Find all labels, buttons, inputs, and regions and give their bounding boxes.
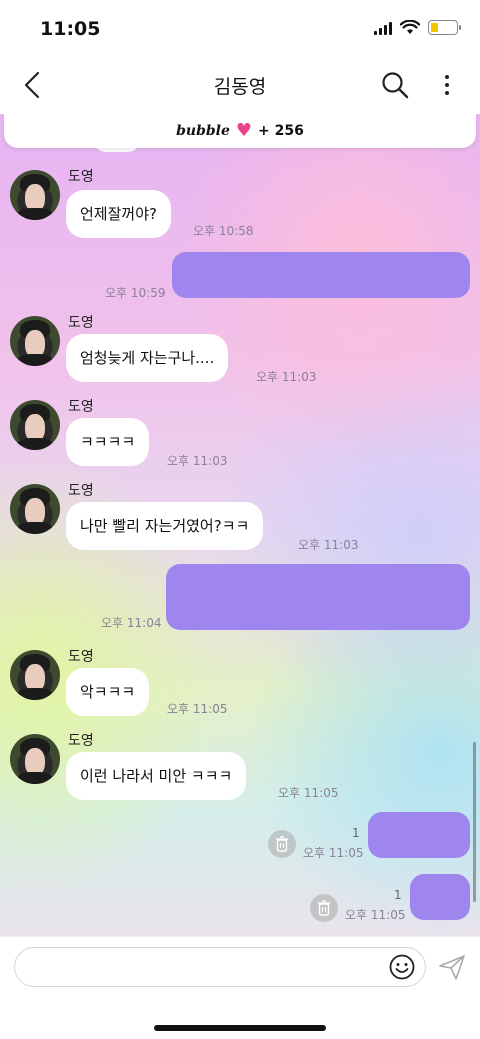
- incoming-message-bubble[interactable]: 엄청늦게 자는구나....: [66, 334, 229, 382]
- outgoing-message-bubble[interactable]: [166, 564, 470, 630]
- message-time: 오후 11:05: [167, 702, 228, 716]
- input-area: [0, 936, 480, 1039]
- message-time: 오후 11:04: [101, 616, 162, 630]
- bubble-count: + 256: [258, 123, 304, 139]
- message-time: 오후 11:05: [303, 846, 364, 860]
- bubble-banner[interactable]: bubble ♥ + 256: [4, 114, 476, 148]
- sender-name: 도영: [68, 315, 94, 331]
- unread-count: 1: [352, 826, 360, 840]
- incoming-message-bubble[interactable]: 악ㅋㅋㅋ: [66, 668, 150, 716]
- outgoing-message-bubble[interactable]: [172, 252, 470, 298]
- avatar[interactable]: [10, 484, 60, 534]
- chat-area[interactable]: bubble ♥ + 256 도영 언제잘꺼야? 오후 10:58 오후 10:…: [0, 114, 480, 936]
- heart-icon: ♥: [235, 120, 253, 141]
- avatar[interactable]: [10, 650, 60, 700]
- unread-count: 1: [394, 888, 402, 902]
- sender-name: 도영: [68, 169, 94, 185]
- message-time: 오후 10:58: [193, 224, 254, 238]
- avatar[interactable]: [10, 316, 60, 366]
- emoji-icon[interactable]: [389, 954, 415, 980]
- more-vertical-icon[interactable]: [442, 70, 452, 100]
- message-time: 오후 11:05: [345, 908, 406, 922]
- trash-icon: [318, 900, 330, 916]
- send-icon[interactable]: [438, 953, 466, 981]
- outgoing-message-bubble[interactable]: [410, 874, 470, 920]
- message-time: 오후 11:05: [278, 786, 339, 800]
- avatar[interactable]: [10, 170, 60, 220]
- chat-header: 김동영: [0, 56, 480, 114]
- sender-name: 도영: [68, 733, 94, 749]
- message-time: 오후 10:59: [105, 286, 166, 300]
- message-time: 오후 11:03: [167, 454, 228, 468]
- search-icon[interactable]: [380, 70, 410, 100]
- outgoing-message-bubble[interactable]: [368, 812, 470, 858]
- scrollbar[interactable]: [473, 742, 476, 902]
- sender-name: 도영: [68, 483, 94, 499]
- home-indicator: [154, 1025, 326, 1031]
- message-input[interactable]: [14, 947, 426, 987]
- battery-icon: [428, 20, 461, 35]
- status-icons: [374, 20, 461, 35]
- avatar[interactable]: [10, 734, 60, 784]
- sender-name: 도영: [68, 399, 94, 415]
- message-time: 오후 11:03: [298, 538, 359, 552]
- trash-icon: [276, 836, 288, 852]
- delete-message-button[interactable]: [268, 830, 296, 858]
- wifi-icon: [400, 20, 420, 34]
- status-bar: 11:05: [0, 0, 480, 56]
- cellular-signal-icon: [374, 21, 392, 35]
- message-time: 오후 11:03: [256, 370, 317, 384]
- incoming-message-bubble[interactable]: 나만 빨리 자는거였어?ㅋㅋ: [66, 502, 264, 550]
- delete-message-button[interactable]: [310, 894, 338, 922]
- sender-name: 도영: [68, 649, 94, 665]
- incoming-message-bubble[interactable]: ㅋㅋㅋㅋ: [66, 418, 150, 466]
- incoming-message-bubble[interactable]: 이런 나라서 미안 ㅋㅋㅋ: [66, 752, 247, 800]
- avatar[interactable]: [10, 400, 60, 450]
- status-time: 11:05: [40, 18, 101, 40]
- incoming-message-bubble[interactable]: 언제잘꺼야?: [66, 190, 171, 238]
- bubble-logo: bubble: [176, 123, 230, 139]
